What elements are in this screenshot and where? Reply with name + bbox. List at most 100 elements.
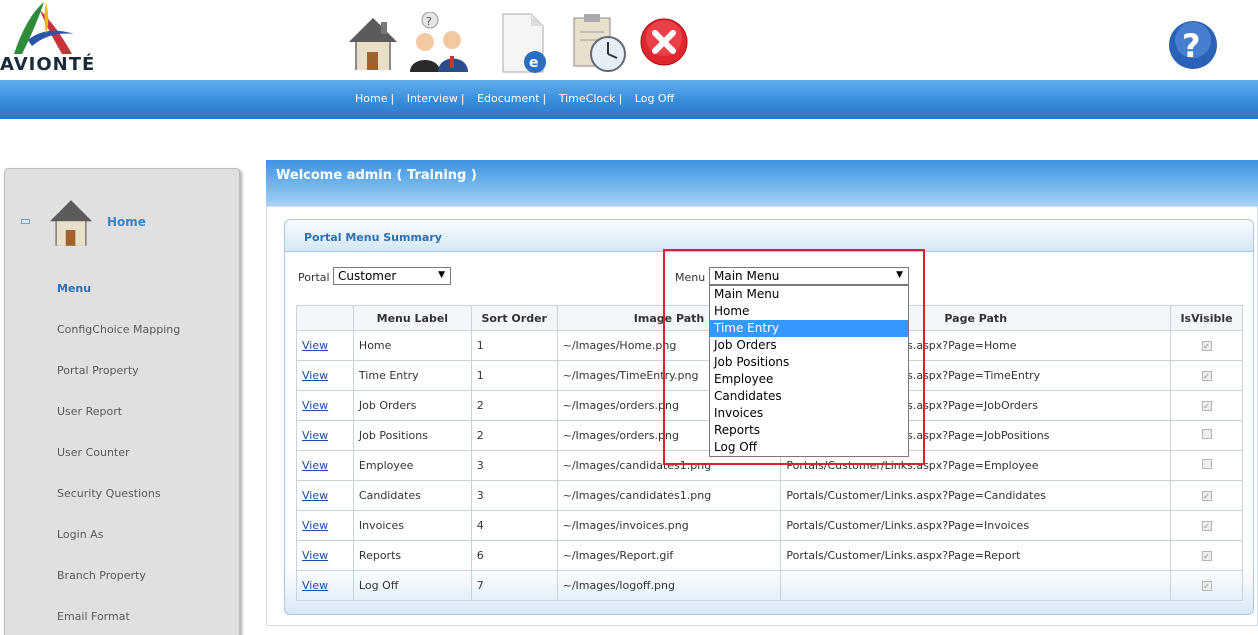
- nav-timeclock[interactable]: TimeClock: [559, 92, 616, 105]
- cell-isvisible: ✓: [1170, 480, 1243, 511]
- svg-text:?: ?: [1182, 27, 1201, 65]
- logo-mark: [14, 2, 74, 54]
- isvisible-checkbox[interactable]: ✓: [1201, 551, 1212, 561]
- cell-isvisible: [1170, 450, 1243, 481]
- table-row: View Invoices 4 ~/Images/invoices.png Portal…: [296, 510, 1243, 541]
- isvisible-checkbox[interactable]: ✓: [1201, 521, 1212, 531]
- cell-sort-order: 2: [470, 390, 558, 421]
- cell-menu-label: Candidates: [352, 480, 472, 511]
- cell-menu-label: Invoices: [352, 510, 472, 541]
- nav-separator: |: [542, 92, 547, 105]
- sidebar-item-configchoice-mapping[interactable]: ConfigChoice Mapping: [57, 323, 180, 336]
- cell-image-path: ~/Images/Report.gif: [556, 540, 782, 571]
- cell-menu-label: Reports: [352, 540, 472, 571]
- nav-separator: |: [390, 92, 395, 105]
- cell-sort-order: 3: [470, 480, 558, 511]
- isvisible-checkbox[interactable]: ✓: [1201, 581, 1212, 591]
- isvisible-checkbox[interactable]: [1201, 429, 1212, 439]
- cell-image-path: ~/Images/logoff.png: [556, 570, 782, 601]
- view-link[interactable]: View: [296, 420, 354, 451]
- cell-image-path: ~/Images/invoices.png: [556, 510, 782, 541]
- view-link[interactable]: View: [296, 510, 354, 541]
- cell-isvisible: ✓: [1170, 360, 1243, 391]
- cell-isvisible: ✓: [1170, 510, 1243, 541]
- sidebar: Home Menu ConfigChoice Mapping Portal Pr…: [4, 168, 240, 635]
- nav-home[interactable]: Home: [355, 92, 387, 105]
- nav-links: Home | Interview | Edocument | TimeClock | L…: [355, 92, 674, 105]
- cell-menu-label: Time Entry: [352, 360, 472, 391]
- sidebar-item-branch-property[interactable]: Branch Property: [57, 569, 146, 582]
- cell-sort-order: 4: [470, 510, 558, 541]
- portal-select[interactable]: Customer ▼: [333, 267, 451, 285]
- isvisible-checkbox[interactable]: ✓: [1201, 491, 1212, 501]
- isvisible-checkbox[interactable]: ✓: [1201, 371, 1212, 381]
- cell-page-path: Portals/Customer/Links.aspx?Page=Invoice…: [780, 510, 1172, 541]
- col-header-sort-order[interactable]: Sort Order: [470, 305, 558, 331]
- cell-isvisible: ✓: [1170, 570, 1243, 601]
- nav-separator: |: [460, 92, 465, 105]
- isvisible-checkbox[interactable]: ✓: [1201, 401, 1212, 411]
- table-row: View Reports 6 ~/Images/Report.gif Portals/C…: [296, 540, 1243, 571]
- view-link[interactable]: View: [296, 330, 354, 361]
- collapse-toggle[interactable]: [21, 219, 30, 224]
- edocument-icon[interactable]: e: [497, 12, 553, 76]
- col-header-menu-label[interactable]: Menu Label: [352, 305, 472, 331]
- cell-menu-label: Employee: [352, 450, 472, 481]
- cell-sort-order: 1: [470, 330, 558, 361]
- top-navbar: Home | Interview | Edocument | TimeClock | L…: [0, 80, 1258, 119]
- dropdown-arrow-icon: ▼: [438, 270, 445, 280]
- sidebar-item-portal-property[interactable]: Portal Property: [57, 364, 139, 377]
- portal-label: Portal: [298, 271, 330, 284]
- cell-sort-order: 7: [470, 570, 558, 601]
- sidebar-home-icon: [43, 195, 99, 251]
- sidebar-item-email-format[interactable]: Email Format: [57, 610, 130, 623]
- col-header-isvisible[interactable]: IsVisible: [1170, 305, 1243, 331]
- nav-logoff[interactable]: Log Off: [635, 92, 674, 105]
- nav-separator: |: [618, 92, 623, 105]
- cell-sort-order: 6: [470, 540, 558, 571]
- sidebar-item-security-questions[interactable]: Security Questions: [57, 487, 161, 500]
- cell-menu-label: Job Positions: [352, 420, 472, 451]
- timeclock-icon[interactable]: [570, 12, 626, 76]
- cell-menu-label: Home: [352, 330, 472, 361]
- svg-text:e: e: [529, 55, 539, 71]
- help-icon[interactable]: ?: [1168, 20, 1218, 70]
- svg-text:?: ?: [426, 15, 432, 28]
- view-link[interactable]: View: [296, 360, 354, 391]
- cell-isvisible: ✓: [1170, 330, 1243, 361]
- highlight-box: [663, 249, 925, 465]
- logo-text: AVIONTÉ: [0, 54, 96, 75]
- cell-isvisible: ✓: [1170, 390, 1243, 421]
- summary-header: Portal Menu Summary: [285, 220, 1253, 252]
- col-header-view: [296, 305, 354, 331]
- isvisible-checkbox[interactable]: ✓: [1201, 341, 1212, 351]
- view-link[interactable]: View: [296, 480, 354, 511]
- table-row: View Candidates 3 ~/Images/candidates1.png P…: [296, 480, 1243, 511]
- sidebar-item-user-counter[interactable]: User Counter: [57, 446, 130, 459]
- view-link[interactable]: View: [296, 540, 354, 571]
- nav-interview[interactable]: Interview: [407, 92, 458, 105]
- cell-page-path: Portals/Customer/Links.aspx?Page=Candida…: [780, 480, 1172, 511]
- interview-icon[interactable]: ?: [408, 11, 468, 76]
- sidebar-item-user-report[interactable]: User Report: [57, 405, 122, 418]
- sidebar-home-label[interactable]: Home: [107, 215, 146, 229]
- logoff-icon[interactable]: [640, 12, 696, 76]
- cell-isvisible: [1170, 420, 1243, 451]
- home-icon[interactable]: [345, 12, 401, 76]
- sidebar-item-menu[interactable]: Menu: [57, 282, 91, 295]
- cell-menu-label: Log Off: [352, 570, 472, 601]
- cell-page-path: [780, 570, 1172, 601]
- nav-edocument[interactable]: Edocument: [477, 92, 539, 105]
- cell-sort-order: 2: [470, 420, 558, 451]
- welcome-bar: Welcome admin ( Training ): [266, 160, 1258, 206]
- view-link[interactable]: View: [296, 390, 354, 421]
- cell-isvisible: ✓: [1170, 540, 1243, 571]
- isvisible-checkbox[interactable]: [1201, 459, 1212, 469]
- view-link[interactable]: View: [296, 450, 354, 481]
- view-link[interactable]: View: [296, 570, 354, 601]
- cell-sort-order: 1: [470, 360, 558, 391]
- cell-sort-order: 3: [470, 450, 558, 481]
- cell-page-path: Portals/Customer/Links.aspx?Page=Report: [780, 540, 1172, 571]
- sidebar-item-login-as[interactable]: Login As: [57, 528, 103, 541]
- cell-menu-label: Job Orders: [352, 390, 472, 421]
